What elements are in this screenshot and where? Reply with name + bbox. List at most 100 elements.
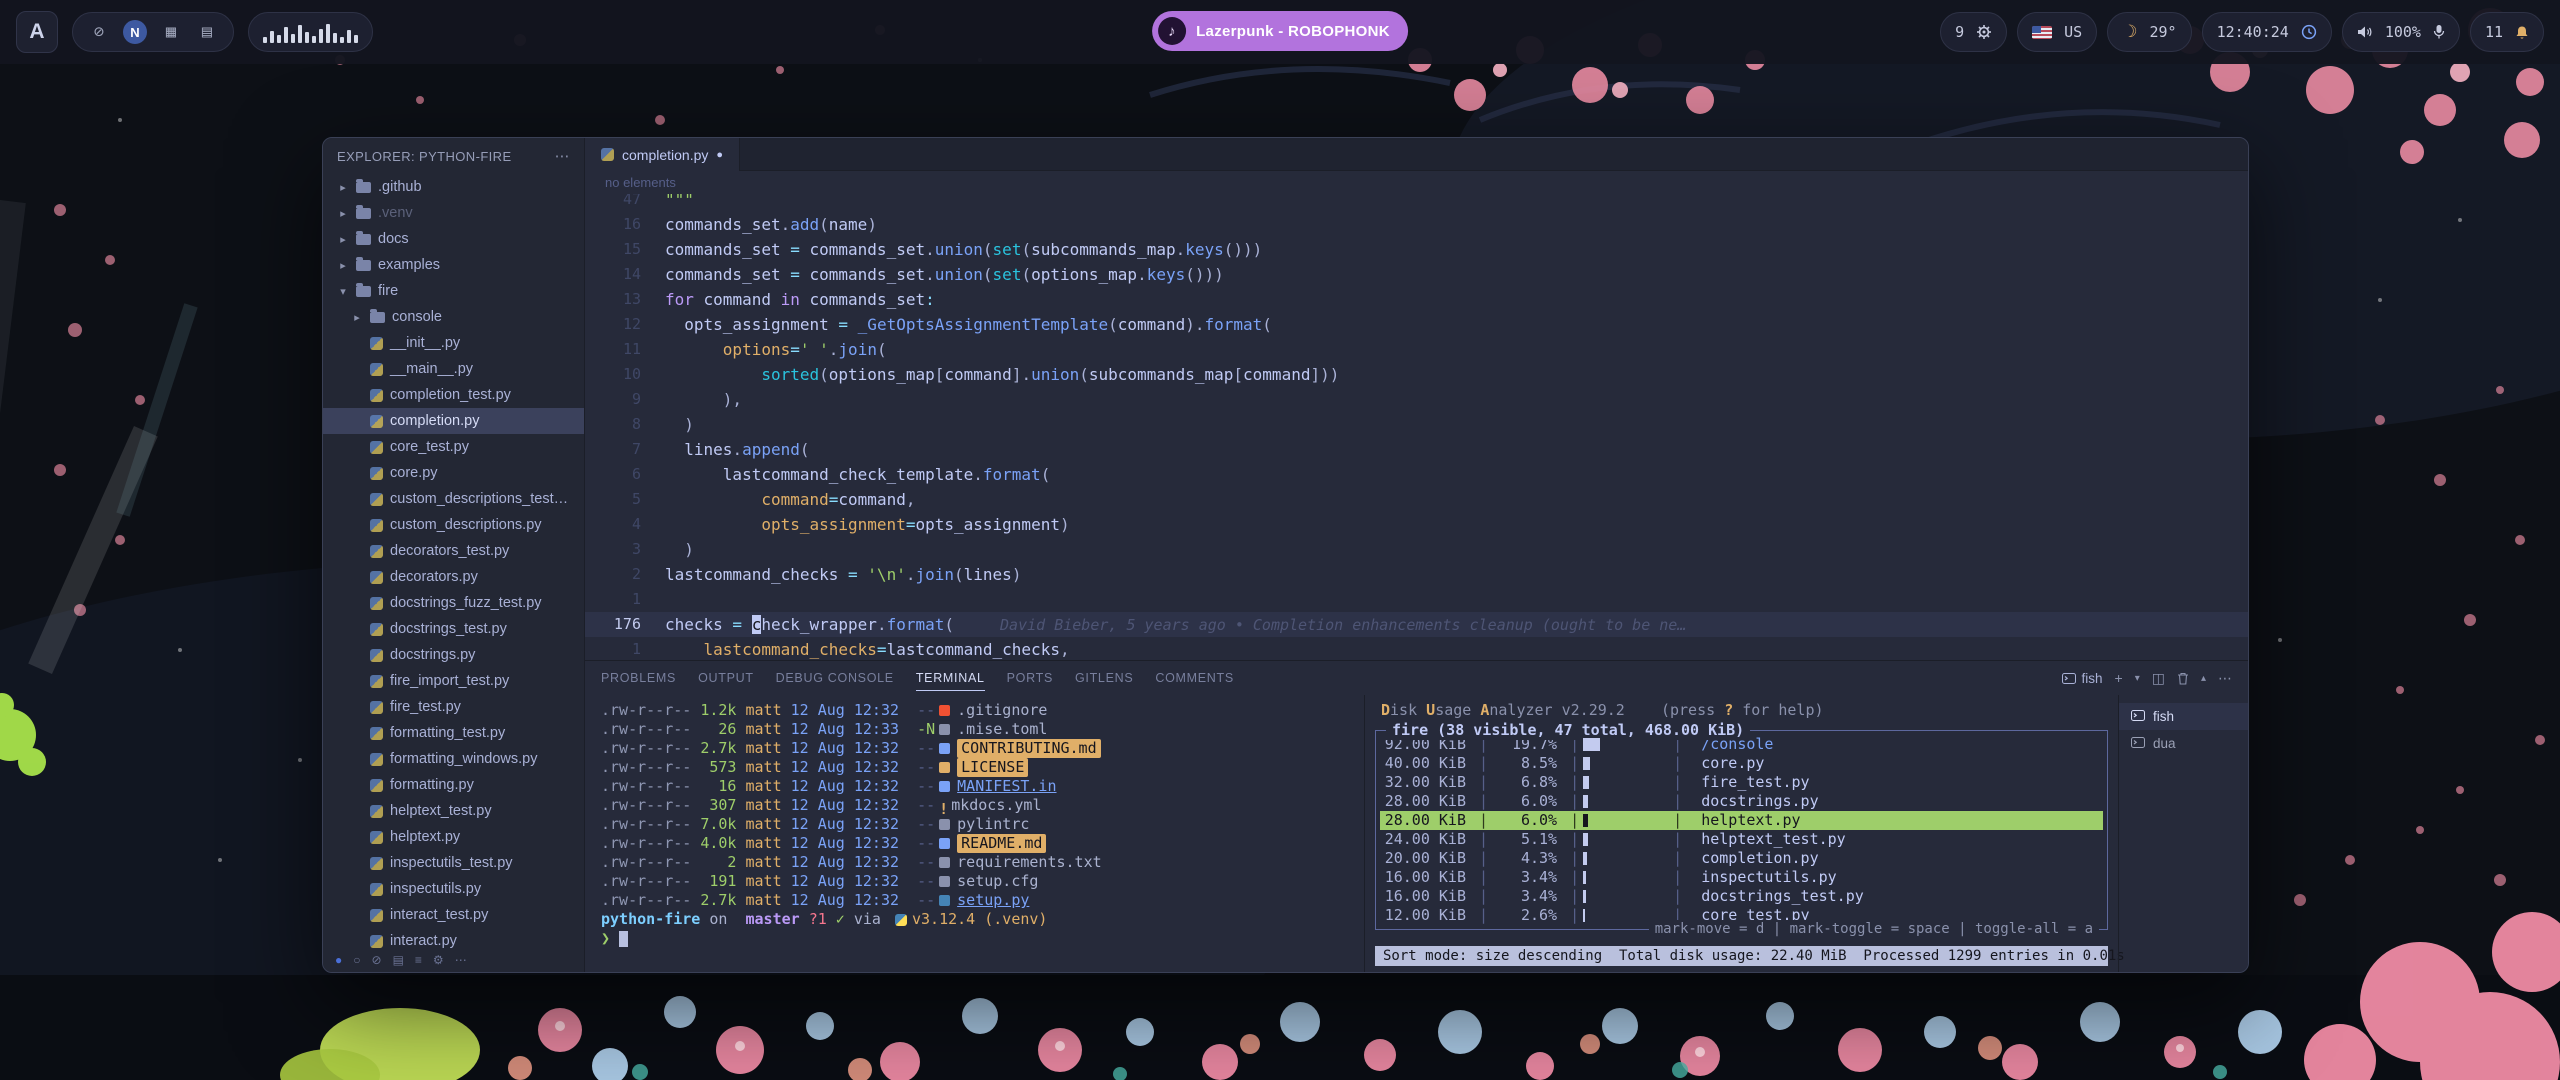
tree-item-examples[interactable]: ▸examples [323,252,584,278]
dua-row-fire-test-py[interactable]: 32.00 KiB | 6.8% || fire_test.py [1380,773,2103,792]
grid-icon[interactable]: ▦ [159,20,183,44]
tree-item-label: core.py [390,465,438,481]
tree-item-interact-py[interactable]: interact.py [323,928,584,948]
tree-item-completion-test-py[interactable]: completion_test.py [323,382,584,408]
tree-item--github[interactable]: ▸.github [323,174,584,200]
new-terminal-icon[interactable]: + [2115,670,2123,686]
python-icon [370,597,383,610]
slash-circle-icon[interactable]: ⊘ [87,20,111,44]
activity-sparkline-widget[interactable] [248,12,373,52]
breadcrumb[interactable]: no elements [585,171,2248,194]
launcher-logo[interactable]: A [16,11,58,53]
tree-item-docs[interactable]: ▸docs [323,226,584,252]
folder-icon [356,208,371,219]
more-actions-icon[interactable]: ⋯ [2218,670,2232,687]
code-text: sorted(options_map[command].union(subcom… [665,362,1339,387]
terminal-profile[interactable]: fish [2062,671,2103,686]
more-icon[interactable]: ⋯ [455,953,467,967]
tree-item-formatting-windows-py[interactable]: formatting_windows.py [323,746,584,772]
session-item-dua[interactable]: dua [2119,730,2248,757]
tree-item-formatting-py[interactable]: formatting.py [323,772,584,798]
panel-tab-terminal[interactable]: TERMINAL [916,661,985,695]
panel-tab-debug-console[interactable]: DEBUG CONSOLE [776,661,894,695]
maximize-panel-icon[interactable]: ▴ [2201,673,2206,684]
now-playing-widget[interactable]: ♪ Lazerpunk - ROBOPHONK [1152,11,1408,51]
git-status: -- [899,872,935,891]
tree-item-helptext-test-py[interactable]: helptext_test.py [323,798,584,824]
files-icon[interactable]: ▤ [393,953,404,967]
tree-item-docstrings-fuzz-test-py[interactable]: docstrings_fuzz_test.py [323,590,584,616]
code-text: checks = check_wrapper.format(David Bieb… [665,612,1686,637]
git-status: -- [899,701,935,720]
keyboard-layout-widget[interactable]: US [2017,12,2097,52]
audio-widget[interactable]: 100% [2342,12,2460,52]
panel-tab-problems[interactable]: PROBLEMS [601,661,676,695]
dua-row-completion-py[interactable]: 20.00 KiB | 4.3% || completion.py [1380,849,2103,868]
trash-icon[interactable] [2177,672,2189,685]
weather-widget[interactable]: ☽ 29° [2107,12,2191,52]
panel-tab-ports[interactable]: PORTS [1007,661,1053,695]
tree-item-completion-py[interactable]: completion.py [323,408,584,434]
panel-tab-comments[interactable]: COMMENTS [1155,661,1234,695]
tree-item-interact-test-py[interactable]: interact_test.py [323,902,584,928]
file-icon[interactable]: ▤ [195,20,219,44]
updates-widget[interactable]: 9 [1940,12,2007,52]
dua-row-inspectutils-py[interactable]: 16.00 KiB | 3.4% || inspectutils.py [1380,868,2103,887]
folder-icon [356,286,371,297]
python-icon [370,909,383,922]
tree-item-formatting-test-py[interactable]: formatting_test.py [323,720,584,746]
search-icon[interactable]: ○ [353,953,360,967]
chevron-down-icon[interactable]: ▾ [2135,673,2140,684]
tree-item-fire[interactable]: ▾fire [323,278,584,304]
clock-widget[interactable]: 12:40:24 [2202,12,2332,52]
dua-row-docstrings-test-py[interactable]: 16.00 KiB | 3.4% || docstrings_test.py [1380,887,2103,906]
layout-icon[interactable]: ≡ [415,953,422,967]
dua-row-core-py[interactable]: 40.00 KiB | 8.5% || core.py [1380,754,2103,773]
tree-item-decorators-py[interactable]: decorators.py [323,564,584,590]
session-item-fish[interactable]: fish [2119,703,2248,730]
explorer-actions-icon[interactable]: ⋯ [555,147,570,165]
sync-icon[interactable]: ⊘ [372,953,382,967]
tree-item-label: inspectutils.py [390,881,481,897]
tree-item-custom-descriptions-py[interactable]: custom_descriptions.py [323,512,584,538]
tree-item-console[interactable]: ▸console [323,304,584,330]
tree-item--init-py[interactable]: __init__.py [323,330,584,356]
tree-item-core-test-py[interactable]: core_test.py [323,434,584,460]
terminal-pane-dua[interactable]: Disk Usage Analyzer v2.29.2 (press ? for… [1364,695,2118,972]
code-text: """ [665,194,694,212]
tree-item-helptext-py[interactable]: helptext.py [323,824,584,850]
file-date: 12 Aug 12:32 [782,853,899,872]
panel-tab-output[interactable]: OUTPUT [698,661,754,695]
dua-row-docstrings-py[interactable]: 28.00 KiB | 6.0% || docstrings.py [1380,792,2103,811]
tree-item--venv[interactable]: ▸.venv [323,200,584,226]
modified-dot-icon[interactable]: ● [716,149,723,161]
tree-item-fire-import-test-py[interactable]: fire_import_test.py [323,668,584,694]
tree-item-decorators-test-py[interactable]: decorators_test.py [323,538,584,564]
tree-item-custom-descriptions-test-[interactable]: custom_descriptions_test… [323,486,584,512]
notifications-widget[interactable]: 11 [2470,12,2544,52]
tab-completion-py[interactable]: completion.py ● [585,138,740,171]
split-terminal-icon[interactable]: ◫ [2152,670,2165,687]
tree-item-fire-test-py[interactable]: fire_test.py [323,694,584,720]
dua-row-helptext-py[interactable]: 28.00 KiB | 6.0% || helptext.py [1380,811,2103,830]
dua-percent: 4.3% [1501,849,1557,868]
shell-prompt-line[interactable]: ❯ [601,929,1364,948]
tree-item-docstrings-py[interactable]: docstrings.py [323,642,584,668]
file-perms: .rw-r--r-- [601,834,691,853]
dua-bar [1583,776,1669,789]
file-name: requirements.txt [957,853,1102,872]
remote-icon[interactable]: ● [335,953,342,967]
tree-item-inspectutils-py[interactable]: inspectutils.py [323,876,584,902]
tree-item-inspectutils-test-py[interactable]: inspectutils_test.py [323,850,584,876]
code-text: command=command, [665,487,915,512]
tree-item-core-py[interactable]: core.py [323,460,584,486]
microphone-icon [2433,24,2445,40]
panel-tab-gitlens[interactable]: GITLENS [1075,661,1133,695]
dua-row-helptext-test-py[interactable]: 24.00 KiB | 5.1% || helptext_test.py [1380,830,2103,849]
tree-item-docstrings-test-py[interactable]: docstrings_test.py [323,616,584,642]
gear-icon[interactable]: ⚙ [433,953,444,967]
code-editor[interactable]: 47"""16commands_set.add(name)15commands_… [585,194,2248,660]
tree-item--main-py[interactable]: __main__.py [323,356,584,382]
terminal-pane-fish[interactable]: .rw-r--r-- 1.2k matt 12 Aug 12:32 --.git… [585,695,1364,972]
n-app-icon[interactable]: N [123,20,147,44]
